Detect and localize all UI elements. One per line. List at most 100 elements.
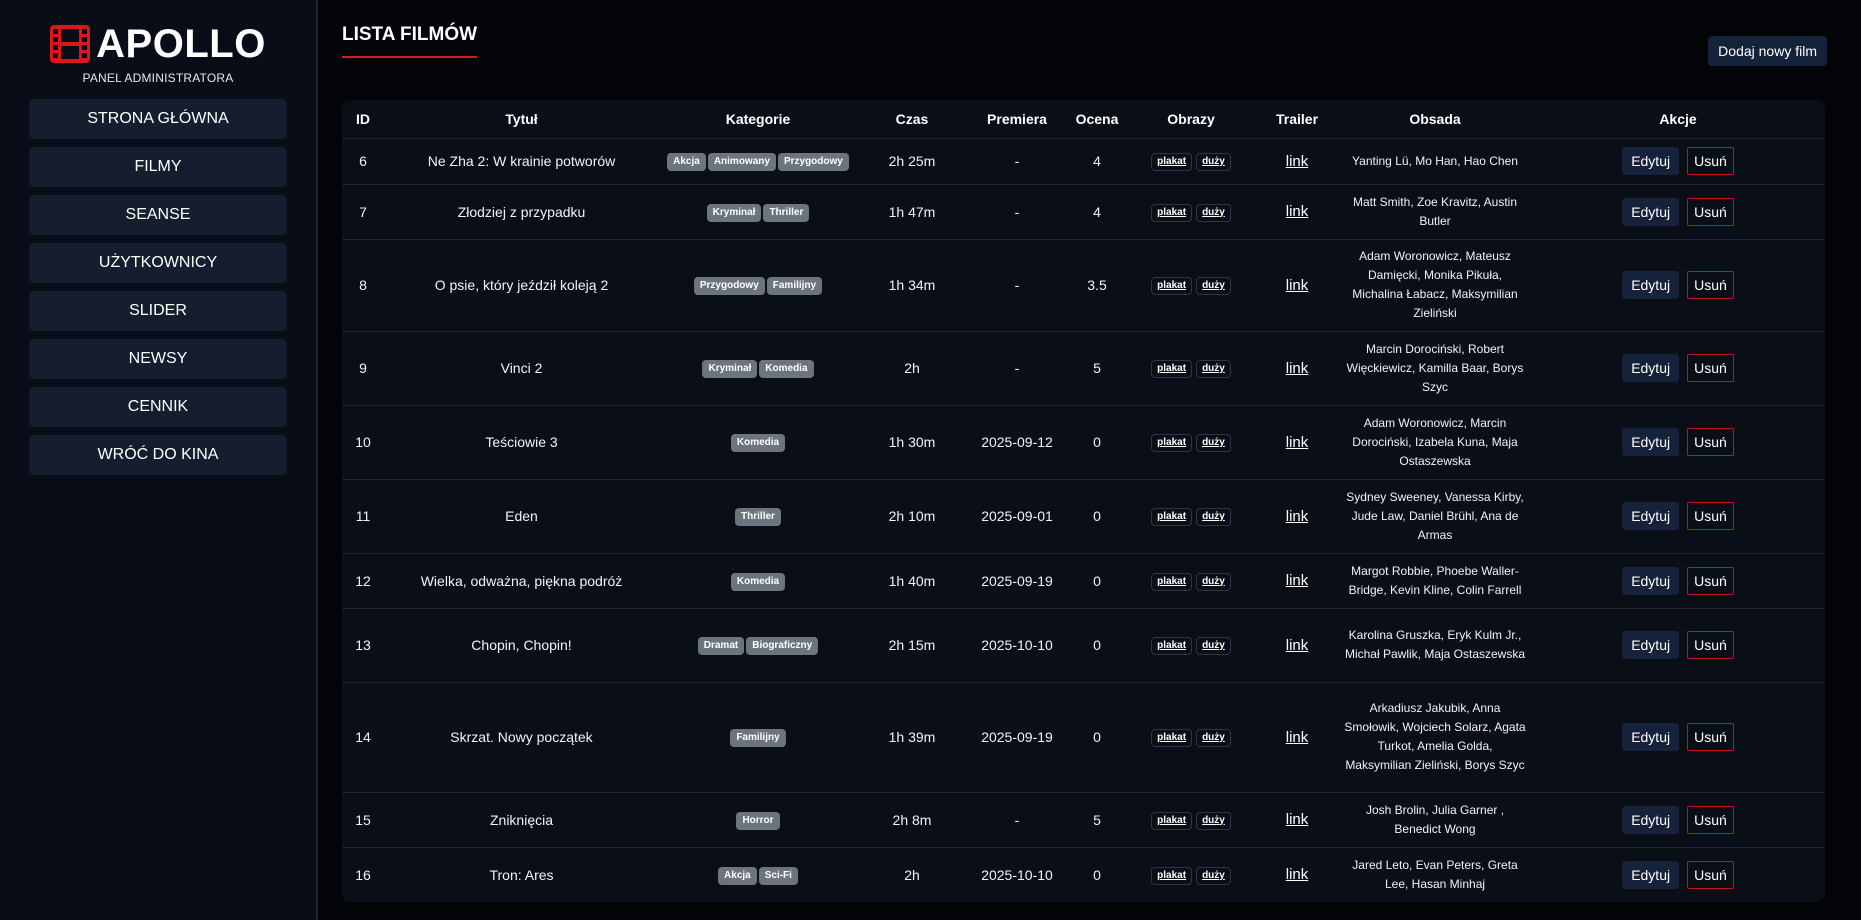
large-image-link[interactable]: duży — [1196, 434, 1231, 452]
delete-button[interactable]: Usuń — [1687, 197, 1734, 226]
column-header-premiere[interactable]: Premiera — [967, 100, 1067, 139]
trailer-link[interactable]: link — [1286, 811, 1309, 828]
cell-categories: Komedia — [659, 553, 857, 609]
poster-image-link[interactable]: plakat — [1151, 277, 1193, 295]
sidebar-item-news[interactable]: NEWSY — [29, 339, 287, 379]
film-reel-icon — [50, 25, 91, 63]
category-badge: Kryminał — [706, 203, 762, 222]
large-image-link[interactable]: duży — [1196, 866, 1231, 885]
delete-button[interactable]: Usuń — [1687, 502, 1734, 530]
column-header-id[interactable]: ID — [342, 100, 384, 139]
poster-image-link[interactable]: plakat — [1151, 637, 1193, 655]
trailer-link[interactable]: link — [1286, 203, 1309, 220]
large-image-link[interactable]: duży — [1196, 360, 1231, 378]
cast-text: Marcin Dorociński, Robert Więckiewicz, K… — [1346, 341, 1524, 394]
sidebar-item-home[interactable]: STRONA GŁÓWNA — [29, 99, 287, 139]
poster-image-link[interactable]: plakat — [1151, 153, 1193, 171]
cell-rating: 0 — [1067, 553, 1127, 609]
poster-image-link[interactable]: plakat — [1151, 866, 1193, 885]
large-image-link[interactable]: duży — [1196, 811, 1231, 830]
trailer-link[interactable]: link — [1286, 360, 1309, 377]
column-header-duration[interactable]: Czas — [857, 100, 967, 139]
column-header-rating[interactable]: Ocena — [1067, 100, 1127, 139]
edit-button[interactable]: Edytuj — [1622, 428, 1680, 456]
cast-text: Sydney Sweeney, Vanessa Kirby, Jude Law,… — [1346, 489, 1524, 542]
large-image-link[interactable]: duży — [1196, 572, 1231, 591]
cell-id: 7 — [342, 184, 384, 240]
trailer-link[interactable]: link — [1286, 434, 1309, 451]
delete-button[interactable]: Usuń — [1687, 147, 1734, 175]
large-image-link[interactable]: duży — [1196, 203, 1231, 222]
delete-button[interactable]: Usuń — [1687, 631, 1734, 659]
delete-button[interactable]: Usuń — [1687, 723, 1734, 751]
large-image-link[interactable]: duży — [1196, 508, 1231, 526]
delete-button[interactable]: Usuń — [1687, 860, 1734, 889]
table-row: 13 Chopin, Chopin! Dramat Biograficzny 2h 15… — [342, 608, 1825, 683]
poster-image-link[interactable]: plakat — [1151, 203, 1193, 222]
cell-categories: Familijny — [659, 682, 857, 793]
column-header-trailer[interactable]: Trailer — [1255, 100, 1339, 139]
cell-trailer: link — [1255, 138, 1339, 185]
cell-premiere: - — [967, 138, 1067, 185]
trailer-link[interactable]: link — [1286, 277, 1309, 294]
column-header-categories[interactable]: Kategorie — [659, 100, 857, 139]
cell-actions: Edytuj Usuń — [1531, 553, 1825, 609]
cell-title: Eden — [384, 479, 659, 554]
poster-image-link[interactable]: plakat — [1151, 508, 1193, 526]
poster-image-link[interactable]: plakat — [1151, 360, 1193, 378]
category-badge: Animowany — [707, 153, 776, 171]
edit-button[interactable]: Edytuj — [1622, 805, 1680, 834]
brand[interactable]: APOLLO — [0, 22, 316, 66]
delete-button[interactable]: Usuń — [1687, 271, 1734, 299]
sidebar-item-screenings[interactable]: SEANSE — [29, 195, 287, 235]
sidebar-item-users[interactable]: UŻYTKOWNICY — [29, 243, 287, 283]
poster-image-link[interactable]: plakat — [1151, 572, 1193, 591]
large-image-link[interactable]: duży — [1196, 729, 1231, 747]
column-header-title[interactable]: Tytuł — [384, 100, 659, 139]
edit-button[interactable]: Edytuj — [1622, 197, 1680, 226]
cell-actions: Edytuj Usuń — [1531, 479, 1825, 554]
column-header-images[interactable]: Obrazy — [1127, 100, 1255, 139]
edit-button[interactable]: Edytuj — [1622, 723, 1680, 751]
table-header-row: ID Tytuł Kategorie Czas Premiera Ocena O… — [342, 100, 1825, 139]
large-image-link[interactable]: duży — [1196, 277, 1231, 295]
sidebar-item-back-to-cinema[interactable]: WRÓĆ DO KINA — [29, 435, 287, 475]
trailer-link[interactable]: link — [1286, 508, 1309, 525]
edit-button[interactable]: Edytuj — [1622, 354, 1680, 382]
delete-button[interactable]: Usuń — [1687, 428, 1734, 456]
delete-button[interactable]: Usuń — [1687, 566, 1734, 595]
trailer-link[interactable]: link — [1286, 572, 1309, 589]
trailer-link[interactable]: link — [1286, 637, 1309, 654]
edit-button[interactable]: Edytuj — [1622, 566, 1680, 595]
category-badge: Akcja — [667, 153, 706, 171]
cell-trailer: link — [1255, 553, 1339, 609]
edit-button[interactable]: Edytuj — [1622, 147, 1680, 175]
sidebar-item-slider[interactable]: SLIDER — [29, 291, 287, 331]
large-image-link[interactable]: duży — [1196, 153, 1231, 171]
edit-button[interactable]: Edytuj — [1622, 631, 1680, 659]
delete-button[interactable]: Usuń — [1687, 805, 1734, 834]
cell-images: plakat duży — [1127, 847, 1255, 902]
edit-button[interactable]: Edytuj — [1622, 271, 1680, 299]
poster-image-link[interactable]: plakat — [1151, 434, 1193, 452]
column-header-cast[interactable]: Obsada — [1339, 100, 1531, 139]
poster-image-link[interactable]: plakat — [1151, 811, 1193, 830]
cell-rating: 0 — [1067, 479, 1127, 554]
cell-categories: Komedia — [659, 405, 857, 480]
edit-button[interactable]: Edytuj — [1622, 860, 1680, 889]
column-header-actions[interactable]: Akcje — [1531, 100, 1825, 139]
trailer-link[interactable]: link — [1286, 729, 1309, 746]
trailer-link[interactable]: link — [1286, 153, 1309, 170]
large-image-link[interactable]: duży — [1196, 637, 1231, 655]
trailer-link[interactable]: link — [1286, 866, 1309, 883]
cell-duration: 2h — [904, 866, 920, 883]
cell-duration: 2h 25m — [857, 138, 967, 185]
add-film-button[interactable]: Dodaj nowy film — [1708, 36, 1827, 66]
sidebar-item-films[interactable]: FILMY — [29, 147, 287, 187]
sidebar-item-pricing[interactable]: CENNIK — [29, 387, 287, 427]
edit-button[interactable]: Edytuj — [1622, 502, 1680, 530]
poster-image-link[interactable]: plakat — [1151, 729, 1193, 747]
cell-images: plakat duży — [1127, 405, 1255, 480]
delete-button[interactable]: Usuń — [1687, 354, 1734, 382]
cast-text: Arkadiusz Jakubik, Anna Smołowik, Wojcie… — [1344, 701, 1526, 772]
